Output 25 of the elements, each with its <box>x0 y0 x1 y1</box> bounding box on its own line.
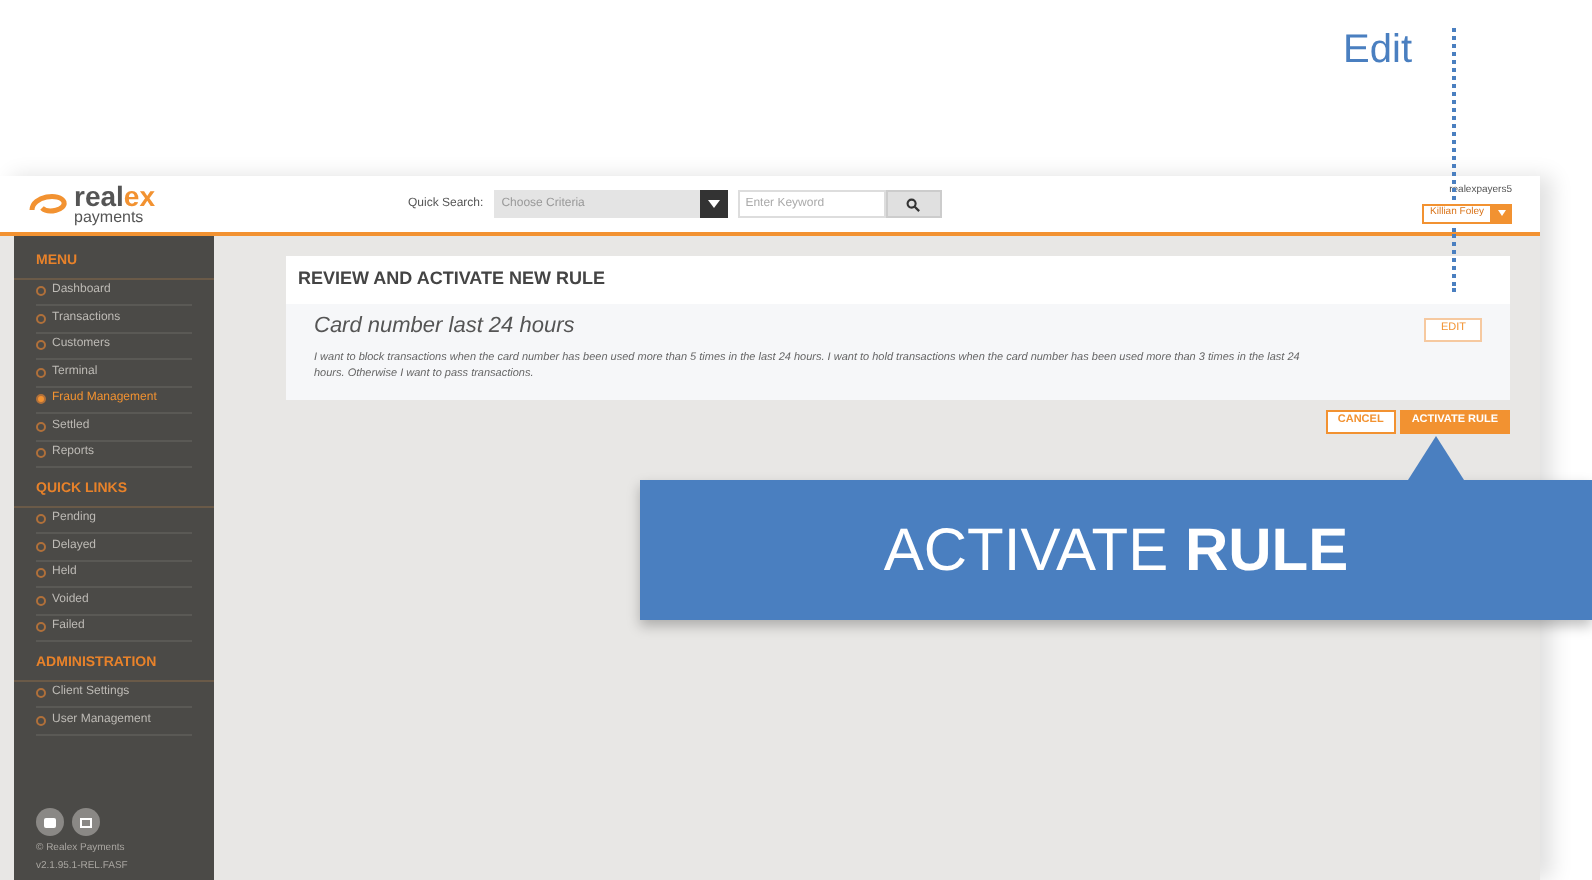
bullet-icon <box>36 367 46 378</box>
bullet-icon <box>36 421 46 432</box>
panel-title: REVIEW AND ACTIVATE NEW RULE <box>298 266 605 292</box>
search-button[interactable] <box>885 190 942 218</box>
bullet-icon <box>36 394 46 405</box>
bullet-icon <box>36 541 46 552</box>
bullet-icon <box>36 286 46 297</box>
caret-icon <box>1498 210 1506 217</box>
bullet-icon <box>36 313 46 324</box>
bullet-icon <box>36 514 46 525</box>
rule-name: Card number last 24 hours <box>314 311 577 341</box>
bullet-icon <box>36 688 46 699</box>
callout-text: ACTIVATE RULE <box>883 515 1349 587</box>
bullet-icon <box>36 340 46 351</box>
logo-swirl-icon <box>28 190 68 218</box>
search-icon <box>906 197 921 211</box>
bullet-icon <box>36 622 46 633</box>
chevron-down-icon <box>707 200 720 208</box>
bullet-icon <box>36 448 46 459</box>
bullet-icon <box>36 595 46 606</box>
bullet-icon <box>36 715 46 726</box>
bullet-icon <box>36 568 46 579</box>
logo-wordmark: realex <box>74 182 155 210</box>
logo-subtitle: payments <box>74 210 146 226</box>
edit-annotation: Edit <box>1343 26 1412 76</box>
